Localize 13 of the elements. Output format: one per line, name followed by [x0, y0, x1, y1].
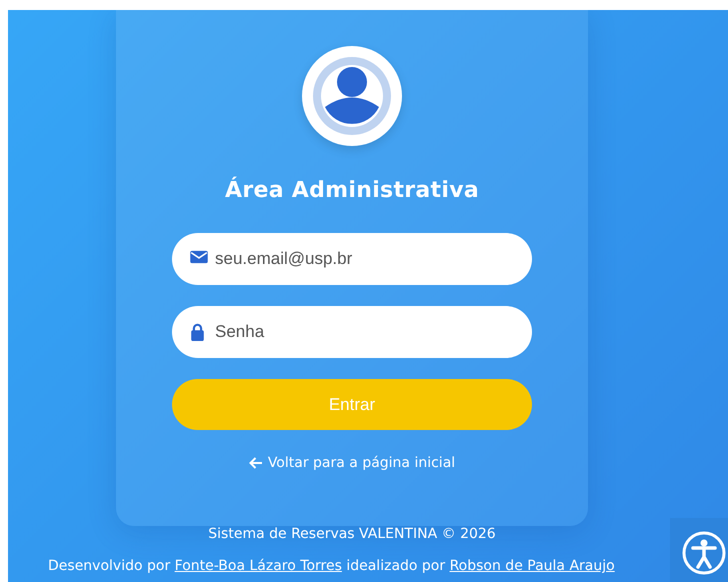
email-field[interactable]: seu.email@usp.br [172, 233, 532, 285]
author-link[interactable]: Robson de Paula Araujo [450, 558, 615, 574]
credits-text: Desenvolvido por Fonte-Boa Lázaro Torres idealizado por Robson de Paula Araujo [48, 558, 615, 574]
card-title: Área Administrativa [225, 178, 479, 203]
back-link[interactable]: Voltar para a página inicial [248, 455, 456, 471]
author-link[interactable]: Fonte-Boa Lázaro Torres [174, 558, 342, 574]
left-arrow-icon [248, 457, 263, 469]
user-avatar-icon [302, 46, 402, 146]
accessibility-button[interactable] [670, 518, 728, 582]
password-field[interactable]: Senha [172, 306, 532, 358]
lock-icon [190, 323, 205, 341]
copyright-text: Sistema de Reservas VALENTINA © 2026 [207, 526, 497, 542]
login-button[interactable]: Entrar [172, 379, 532, 430]
